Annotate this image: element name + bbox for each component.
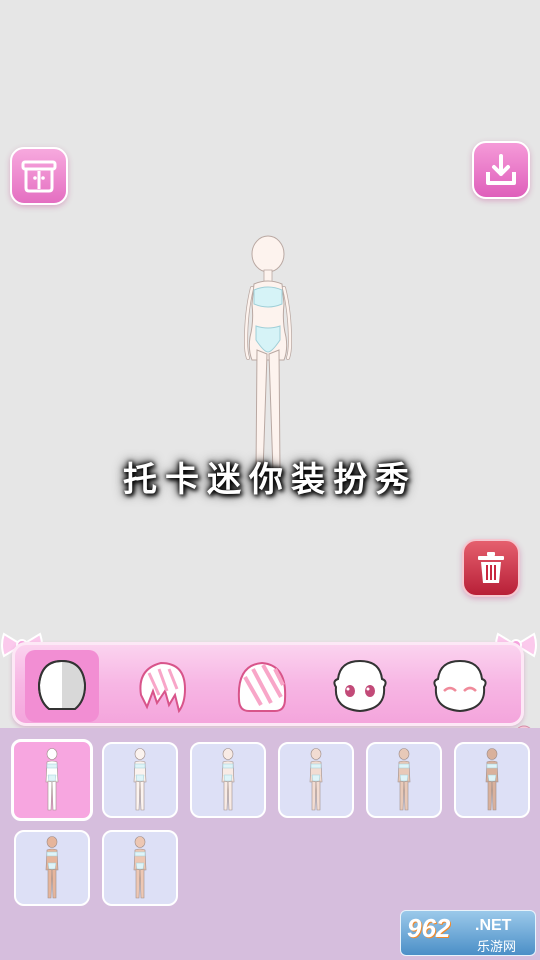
tab-eyes[interactable] xyxy=(323,650,397,722)
watermark-site-name: 乐游网 xyxy=(477,939,517,954)
mini-figure-icon xyxy=(45,748,59,811)
hair-back-icon xyxy=(237,661,287,712)
mini-figure-icon xyxy=(133,748,147,811)
download-icon xyxy=(486,154,516,185)
character-figure[interactable] xyxy=(232,232,304,482)
dressup-stage: 托卡迷你装扮秀 xyxy=(0,0,540,728)
tab-hair-back[interactable] xyxy=(225,650,299,722)
game-title: 托卡迷你装扮秀 xyxy=(123,460,417,500)
category-tab-bar xyxy=(12,642,524,726)
mini-figure-icon xyxy=(133,836,147,899)
tab-expression[interactable] xyxy=(423,650,497,722)
delete-button[interactable] xyxy=(462,539,520,597)
mini-figure-icon xyxy=(45,836,59,899)
mini-figure-icon xyxy=(309,748,323,811)
hair-front-icon xyxy=(139,661,187,714)
mini-figure-icon xyxy=(397,748,411,811)
trash-icon xyxy=(478,552,504,583)
skin-option[interactable] xyxy=(11,739,93,821)
mini-figure-icon xyxy=(485,748,499,811)
body-skin-icon xyxy=(37,659,87,710)
skin-option[interactable] xyxy=(278,742,354,818)
tab-hair-front[interactable] xyxy=(125,650,199,722)
face-eyes-icon xyxy=(333,659,387,713)
wardrobe-button[interactable] xyxy=(10,147,68,205)
site-watermark: 962 .NET 乐游网 xyxy=(400,910,536,956)
tab-body[interactable] xyxy=(25,650,99,722)
skin-option[interactable] xyxy=(102,742,178,818)
watermark-number: 962 xyxy=(407,913,451,943)
skin-option[interactable] xyxy=(190,742,266,818)
watermark-domain: .NET xyxy=(475,917,512,934)
face-closed-eyes-icon xyxy=(433,659,487,713)
skin-option[interactable] xyxy=(14,830,90,906)
skin-option[interactable] xyxy=(102,830,178,906)
mini-figure-icon xyxy=(221,748,235,811)
skin-option[interactable] xyxy=(454,742,530,818)
wardrobe-icon xyxy=(21,160,57,193)
skin-option[interactable] xyxy=(366,742,442,818)
save-button[interactable] xyxy=(472,141,530,199)
